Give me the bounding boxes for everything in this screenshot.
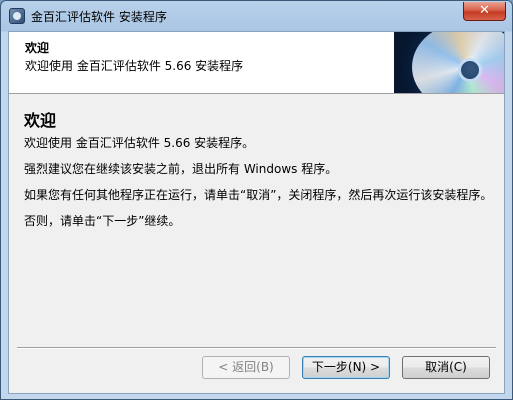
cd-disc-icon xyxy=(412,32,504,93)
button-separator xyxy=(17,347,496,349)
header-title: 欢迎 xyxy=(25,41,50,55)
cancel-instruction-text: 如果您有任何其他程序正在运行，请单击“取消”，关闭程序，然后再次运行该安装程序。 xyxy=(24,188,493,202)
wizard-header: 欢迎 欢迎使用 金百汇评估软件 5.66 安装程序 xyxy=(9,32,504,94)
installer-window: 金百汇评估软件 安装程序 ✕ 欢迎 欢迎使用 金百汇评估软件 5.66 安装程序… xyxy=(0,0,513,400)
close-button[interactable]: ✕ xyxy=(463,2,506,21)
welcome-text: 欢迎使用 金百汇评估软件 5.66 安装程序。 xyxy=(24,136,255,150)
cancel-button[interactable]: 取消(C) xyxy=(402,356,490,379)
header-subtitle: 欢迎使用 金百汇评估软件 5.66 安装程序 xyxy=(25,59,244,73)
cd-disc-banner-image xyxy=(394,32,504,93)
wizard-body: 欢迎 欢迎使用 金百汇评估软件 5.66 安装程序。 强烈建议您在继续该安装之前… xyxy=(24,107,494,240)
back-button[interactable]: < 返回(B) xyxy=(202,356,290,379)
title-bar[interactable]: 金百汇评估软件 安装程序 ✕ xyxy=(1,1,512,31)
next-instruction-text: 否则，请单击“下一步”继续。 xyxy=(24,214,181,228)
next-button[interactable]: 下一步(N) > xyxy=(302,356,390,379)
body-title: 欢迎 xyxy=(24,111,57,130)
installer-content: 欢迎 欢迎使用 金百汇评估软件 5.66 安装程序 欢迎 欢迎使用 金百汇评估软… xyxy=(8,31,505,394)
close-programs-text: 强烈建议您在继续该安装之前，退出所有 Windows 程序。 xyxy=(24,162,338,176)
installer-app-icon xyxy=(9,8,25,24)
window-title: 金百汇评估软件 安装程序 xyxy=(31,10,167,24)
